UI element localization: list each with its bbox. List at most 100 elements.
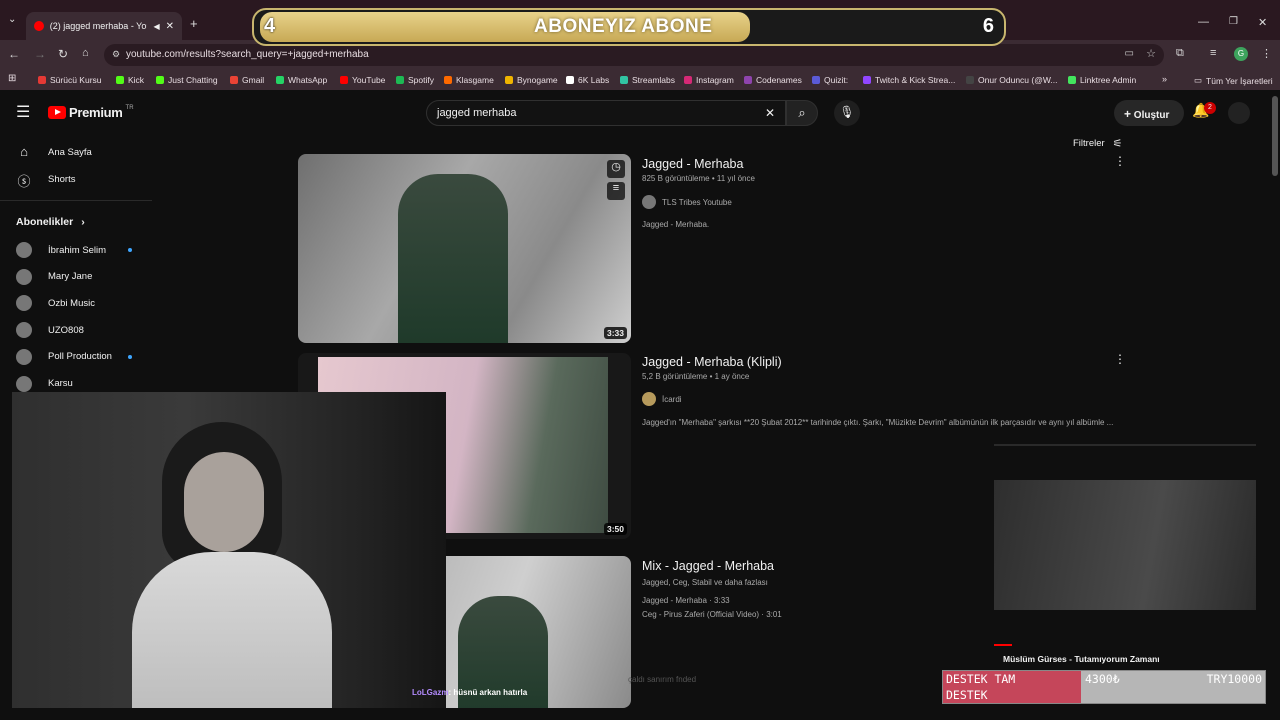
video-title[interactable]: Jagged - Merhaba [642, 157, 743, 171]
profile-avatar[interactable]: G [1234, 47, 1248, 61]
close-window-icon[interactable]: ✕ [1258, 16, 1267, 29]
new-content-dot [128, 354, 132, 359]
video-title[interactable]: Jagged - Merhaba (Klipli) [642, 355, 782, 369]
streamer-face [184, 452, 264, 552]
add-to-queue-icon[interactable]: ≡ [607, 182, 625, 200]
bookmark-favicon-icon [966, 76, 974, 84]
reload-icon[interactable]: ↻ [58, 47, 68, 61]
back-icon[interactable]: ← [8, 47, 20, 61]
bookmark-item[interactable]: Streamlabs [620, 75, 675, 85]
bookmark-item[interactable]: Spotify [396, 75, 434, 85]
chat-username: LoLGazm [412, 688, 449, 697]
forward-icon[interactable]: → [34, 47, 46, 61]
cast-icon[interactable]: ▭ [1125, 48, 1134, 59]
bookmark-item[interactable]: WhatsApp [276, 75, 327, 85]
subscription-item[interactable]: Karsu [16, 375, 73, 392]
video-meta: 825 B görüntüleme • 11 yıl önce [642, 174, 755, 183]
subscription-item[interactable]: Ozbi Music [16, 295, 95, 312]
minimize-icon[interactable]: — [1198, 16, 1209, 28]
youtube-logo[interactable]: Premium TR [48, 105, 134, 120]
channel-avatar [16, 268, 32, 285]
bookmark-item[interactable]: Twitch & Kick Strea... [863, 75, 955, 85]
channel-link[interactable]: İcardi [642, 392, 682, 406]
bookmark-item[interactable]: Bynogame [505, 75, 558, 85]
bookmark-favicon-icon [812, 76, 820, 84]
mix-track-1[interactable]: Jagged - Merhaba · 3:33 [642, 596, 730, 605]
sidebar-item-shorts[interactable]: ⓢ Shorts [16, 171, 76, 190]
search-button[interactable]: ⌕ [786, 100, 818, 126]
search-icon: ⌕ [798, 105, 806, 120]
mix-track-2[interactable]: Ceg - Pirus Zaferi (Official Video) · 3:… [642, 610, 782, 619]
new-tab-icon[interactable]: + [190, 16, 198, 31]
playback-progress[interactable] [994, 644, 1012, 646]
bookmark-item[interactable]: YouTube [340, 75, 385, 85]
bookmark-item[interactable]: Codenames [744, 75, 802, 85]
bookmark-star-icon[interactable]: ☆ [1146, 47, 1156, 60]
sliders-icon: ⚟ [1112, 138, 1123, 150]
shorts-icon: ⓢ [17, 174, 31, 189]
watch-later-icon[interactable]: ◷ [607, 160, 625, 178]
mini-player[interactable] [994, 480, 1256, 610]
bookmark-label: Sürücü Kursu [50, 75, 102, 85]
bookmark-favicon-icon [156, 76, 164, 84]
restore-icon[interactable]: ❐ [1229, 16, 1238, 27]
create-label: Oluştur [1133, 110, 1170, 121]
home-icon[interactable]: ⌂ [82, 47, 89, 59]
bookmark-item[interactable]: 6K Labs [566, 75, 609, 85]
bookmark-item[interactable]: Onur Oduncu (@W... [966, 75, 1058, 85]
filters-button[interactable]: Filtreler ⚟ [1073, 137, 1123, 150]
bookmark-item[interactable]: Sürücü Kursu [38, 75, 102, 85]
subscriptions-header[interactable]: Abonelikler › [16, 216, 85, 228]
bookmark-item[interactable]: Instagram [684, 75, 734, 85]
youtube-header: ☰ Premium TR jagged merhaba ✕ ⌕ 🎙 + Oluş… [0, 92, 1270, 134]
subscription-item[interactable]: İbrahim Selim [16, 242, 106, 258]
scrollbar-thumb[interactable] [1272, 96, 1278, 176]
more-actions-icon[interactable]: ⋮ [1114, 154, 1126, 168]
goal-current-count: 4 [264, 15, 276, 37]
extensions-icon[interactable]: ⧉ [1176, 47, 1184, 60]
tab-list-icon[interactable]: ⌄ [8, 14, 16, 25]
subscription-item[interactable]: UZO808 [16, 322, 84, 339]
more-bookmarks-icon[interactable]: » [1162, 74, 1167, 84]
search-input[interactable]: jagged merhaba ✕ [426, 100, 786, 126]
site-info-icon[interactable]: ⚙ [112, 49, 120, 60]
channel-link[interactable]: TLS Tribes Youtube [642, 195, 732, 209]
address-bar[interactable]: ⚙ youtube.com/results?search_query=+jagg… [104, 44, 1164, 66]
bookmark-label: Streamlabs [632, 75, 675, 85]
voice-search-button[interactable]: 🎙 [834, 100, 860, 126]
subscription-item[interactable]: Mary Jane [16, 268, 93, 285]
speaker-icon: ◀ [153, 21, 160, 31]
account-avatar[interactable] [1228, 102, 1250, 124]
chat-message: LoLGazm: hüsnü arkan hatırla [412, 688, 527, 697]
bookmark-favicon-icon [744, 76, 752, 84]
bookmark-item[interactable]: Klasgame [444, 75, 494, 85]
subscription-label: Mary Jane [48, 271, 93, 283]
divider [0, 200, 152, 201]
menu-kebab-icon[interactable]: ⋮ [1261, 47, 1272, 60]
video-thumbnail[interactable]: ◷ ≡ 3:33 [298, 154, 631, 343]
sidebar-item-home[interactable]: ⌂ Ana Sayfa [16, 144, 92, 160]
media-control-icon[interactable]: ≡ [1210, 47, 1216, 59]
bookmark-item[interactable]: Linktree Admin [1068, 75, 1136, 85]
filters-label: Filtreler [1073, 138, 1105, 149]
browser-tab[interactable]: (2) jagged merhaba - YouTu ◀ ✕ [26, 12, 182, 40]
sidebar-item-label: Shorts [48, 173, 76, 185]
mix-title[interactable]: Mix - Jagged - Merhaba [642, 559, 774, 573]
more-actions-icon[interactable]: ⋮ [1114, 352, 1126, 366]
bookmark-label: Instagram [696, 75, 734, 85]
bookmark-item[interactable]: Kick [116, 75, 144, 85]
close-tab-icon[interactable]: ✕ [166, 21, 174, 32]
chevron-right-icon: › [81, 216, 85, 228]
bookmark-item[interactable]: Just Chatting [156, 75, 218, 85]
donation-current: 4300₺ [1085, 672, 1120, 686]
bookmark-item[interactable]: Quizit: [812, 75, 848, 85]
hamburger-menu-icon[interactable]: ☰ [16, 102, 30, 122]
create-button[interactable]: + Oluştur [1114, 100, 1184, 126]
video-duration: 3:33 [603, 327, 627, 339]
all-bookmarks-folder[interactable]: ▭ Tüm Yer İşaretleri [1194, 75, 1273, 86]
apps-grid-icon[interactable]: ⊞ [8, 73, 16, 84]
subscription-label: İbrahim Selim [48, 244, 107, 256]
bookmark-item[interactable]: Gmail [230, 75, 264, 85]
subscription-item[interactable]: Poll Production [16, 348, 112, 365]
clear-search-icon[interactable]: ✕ [765, 106, 775, 120]
